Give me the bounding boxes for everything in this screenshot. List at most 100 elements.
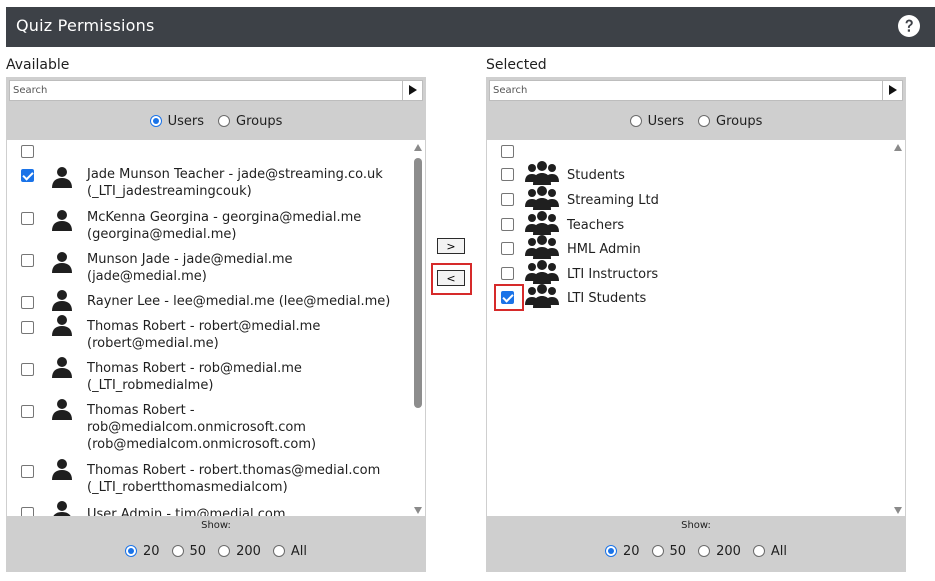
item-checkbox[interactable] (21, 169, 34, 182)
page-size-label: 20 (142, 543, 160, 559)
list-item[interactable]: Students (487, 161, 891, 186)
radio-unselected[interactable] (218, 115, 231, 127)
item-checkbox[interactable] (21, 321, 34, 334)
selected-page-size-200[interactable]: 200 (698, 544, 741, 559)
page-size-label: 200 (236, 543, 261, 559)
group-icon (525, 235, 559, 259)
selected-page-size-all[interactable]: All (752, 543, 788, 559)
scroll-down-icon[interactable] (894, 507, 902, 514)
item-label: Thomas Robert - rob@medial.me (_LTI_robm… (87, 361, 302, 393)
available-type-groups-label: Groups (236, 113, 283, 129)
available-search-box (9, 80, 423, 101)
list-item[interactable]: Thomas Robert - robert.thomas@medial.com… (7, 459, 411, 498)
selected-type-groups[interactable]: Groups (698, 114, 762, 129)
list-item[interactable]: Thomas Robert - rob@medialcom.onmicrosof… (7, 399, 411, 456)
selected-page-size: 20 50 200 All (487, 542, 905, 560)
scroll-down-icon[interactable] (414, 507, 422, 514)
available-type-groups[interactable]: Groups (218, 114, 282, 129)
item-checkbox[interactable] (21, 296, 34, 309)
question-circle-icon[interactable] (897, 14, 921, 38)
selected-type-users[interactable]: Users (629, 114, 684, 129)
item-checkbox[interactable] (501, 193, 514, 206)
radio-unselected[interactable] (698, 115, 711, 127)
page-size-label: All (770, 543, 788, 559)
item-label: Teachers (567, 218, 625, 233)
item-label: HML Admin (567, 242, 641, 257)
list-item[interactable]: HML Admin (487, 235, 891, 260)
list-item[interactable]: McKenna Georgina - georgina@medial.me (g… (7, 209, 411, 245)
item-label: Streaming Ltd (567, 193, 659, 208)
list-item[interactable]: Rayner Lee - lee@medial.me (lee@medial.m… (7, 290, 411, 313)
select-all-checkbox[interactable] (501, 145, 514, 158)
item-label: McKenna Georgina - georgina@medial.me (g… (87, 210, 362, 242)
item-label: Munson Jade - jade@medial.me (jade@media… (87, 252, 293, 284)
item-checkbox[interactable] (501, 267, 514, 280)
list-item[interactable]: Jade Munson Teacher - jade@streaming.co.… (7, 166, 411, 202)
selected-page-size-20[interactable]: 20 (604, 543, 640, 559)
item-label: LTI Students (567, 291, 647, 306)
item-checkbox[interactable] (21, 405, 34, 418)
available-page-size-50[interactable]: 50 (171, 544, 206, 559)
radio-selected[interactable] (604, 545, 617, 557)
available-page-size-20[interactable]: 20 (124, 543, 160, 559)
item-checkbox[interactable] (21, 254, 34, 267)
item-checkbox[interactable] (21, 363, 34, 376)
list-item[interactable] (7, 144, 411, 162)
user-icon (52, 459, 72, 480)
available-panel-footer: Show: 20 50 200 All (7, 516, 425, 571)
selected-label: Selected (486, 57, 547, 73)
group-icon (525, 284, 559, 308)
radio-selected[interactable] (149, 115, 162, 127)
list-item[interactable]: LTI Instructors (487, 260, 891, 285)
radio-unselected[interactable] (218, 545, 231, 557)
available-type-users-label: Users (167, 113, 205, 129)
available-search-input[interactable] (10, 81, 402, 100)
select-all-checkbox[interactable] (21, 145, 34, 158)
scroll-up-icon[interactable] (414, 144, 422, 151)
list-item[interactable]: LTI Students (487, 284, 891, 309)
radio-unselected[interactable] (171, 545, 184, 557)
available-label: Available (6, 57, 70, 73)
play-icon[interactable] (882, 81, 902, 100)
remove-selected-button[interactable]: < (437, 270, 465, 286)
list-item[interactable]: Teachers (487, 211, 891, 236)
list-item[interactable]: Streaming Ltd (487, 186, 891, 211)
user-icon (52, 167, 72, 188)
group-icon (525, 161, 559, 185)
user-icon (52, 357, 72, 378)
radio-unselected[interactable] (698, 545, 711, 557)
list-item[interactable]: Thomas Robert - robert@medial.me (robert… (7, 315, 411, 354)
available-page-size-all[interactable]: All (272, 544, 307, 559)
page-size-label: 50 (669, 543, 687, 559)
selected-search-input[interactable] (490, 81, 882, 100)
item-label: Thomas Robert - rob@medialcom.onmicrosof… (87, 403, 317, 452)
radio-unselected[interactable] (752, 545, 765, 557)
item-checkbox[interactable] (501, 242, 514, 255)
list-item[interactable]: Munson Jade - jade@medial.me (jade@media… (7, 251, 411, 287)
selected-page-size-50[interactable]: 50 (651, 543, 687, 559)
available-panel: Users Groups Jade Munson Teacher - jade@… (6, 77, 426, 572)
available-type-users[interactable]: Users (149, 113, 205, 129)
selected-show-label: Show: (681, 520, 711, 531)
list-item[interactable]: Thomas Robert - rob@medial.me (_LTI_robm… (7, 357, 411, 396)
scroll-up-icon[interactable] (894, 144, 902, 151)
radio-unselected[interactable] (651, 545, 664, 557)
item-checkbox[interactable] (21, 212, 34, 225)
play-icon[interactable] (402, 81, 422, 100)
page-size-label: 20 (622, 543, 640, 559)
item-label: Thomas Robert - robert.thomas@medial.com… (87, 463, 381, 495)
available-page-size-200[interactable]: 200 (218, 544, 261, 559)
selected-panel-footer: Show: 20 50 200 All (487, 516, 905, 571)
selected-scrollbar[interactable] (893, 142, 903, 516)
item-checkbox[interactable] (501, 218, 514, 231)
add-selected-button[interactable]: > (437, 238, 465, 254)
item-checkbox[interactable] (501, 168, 514, 181)
radio-selected[interactable] (124, 545, 137, 557)
radio-unselected[interactable] (629, 115, 642, 127)
scroll-thumb[interactable] (414, 158, 422, 408)
user-icon (52, 290, 72, 311)
available-scrollbar[interactable] (413, 142, 423, 516)
radio-unselected[interactable] (272, 545, 285, 557)
item-label: Thomas Robert - robert@medial.me (robert… (87, 319, 321, 351)
item-checkbox[interactable] (21, 465, 34, 478)
